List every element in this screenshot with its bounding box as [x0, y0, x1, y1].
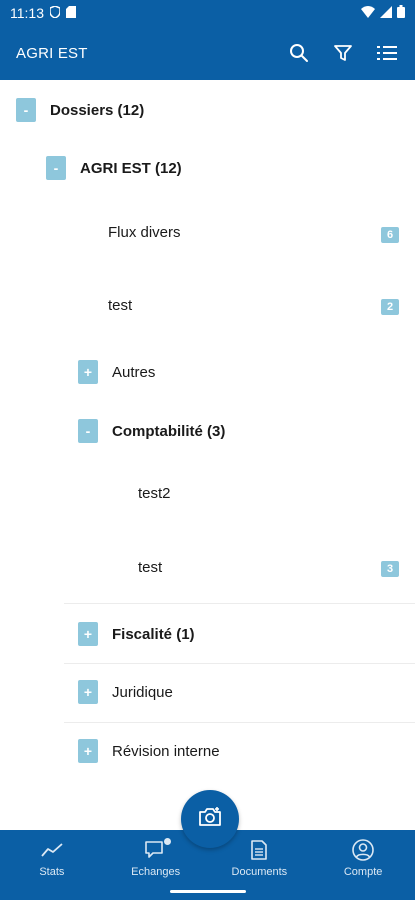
nav-label: Echanges	[131, 866, 181, 878]
signal-icon	[380, 5, 392, 21]
tree-node-label: Flux divers	[108, 224, 181, 241]
tree-node-dossiers[interactable]: - Dossiers (12)	[16, 98, 144, 122]
nav-item-stats[interactable]: Stats	[0, 830, 104, 884]
collapse-toggle[interactable]: -	[78, 419, 98, 443]
tree-node-juridique[interactable]: + Juridique	[78, 680, 173, 704]
folder-tree: - Dossiers (12) - AGRI EST (12) Flux div…	[0, 80, 415, 830]
tree-node-revision-interne[interactable]: + Révision interne	[78, 739, 220, 763]
expand-toggle[interactable]: +	[78, 622, 98, 646]
app-bar: AGRI EST	[0, 26, 415, 80]
nav-item-compte[interactable]: Compte	[311, 830, 415, 884]
tree-node-flux-divers[interactable]: Flux divers	[108, 224, 181, 241]
tree-node-test2[interactable]: test2	[138, 485, 171, 502]
expand-toggle[interactable]: +	[78, 739, 98, 763]
search-icon[interactable]	[287, 41, 311, 65]
home-indicator[interactable]	[170, 890, 246, 893]
divider	[64, 663, 415, 664]
status-time: 11:13	[10, 5, 44, 21]
app-title: AGRI EST	[16, 44, 88, 62]
sd-card-icon	[66, 5, 76, 21]
tree-node-agri-est[interactable]: - AGRI EST (12)	[46, 156, 182, 180]
tree-node-label: test	[138, 559, 163, 576]
expand-toggle[interactable]: +	[78, 680, 98, 704]
document-icon	[251, 838, 268, 862]
status-bar: 11:13	[0, 0, 415, 26]
collapse-toggle[interactable]: -	[16, 98, 36, 122]
list-sort-icon[interactable]	[375, 41, 399, 65]
count-badge: 6	[381, 227, 399, 243]
filter-icon[interactable]	[331, 41, 355, 65]
count-badge: 2	[381, 299, 399, 315]
tree-node-label: AGRI EST (12)	[80, 159, 182, 177]
tree-node-test[interactable]: test	[108, 297, 132, 314]
count-badge: 3	[381, 561, 399, 577]
tree-node-fiscalite[interactable]: + Fiscalité (1)	[78, 622, 195, 646]
collapse-toggle[interactable]: -	[46, 156, 66, 180]
tree-node-label: Dossiers (12)	[50, 101, 145, 119]
camera-upload-button[interactable]	[181, 790, 239, 848]
nav-label: Stats	[39, 866, 65, 878]
tree-node-autres[interactable]: + Autres	[78, 360, 155, 384]
tree-node-label: Autres	[112, 363, 156, 381]
tree-node-label: Juridique	[112, 683, 173, 701]
tree-node-label: Fiscalité (1)	[112, 625, 195, 643]
chart-line-icon	[41, 838, 63, 862]
tree-node-label: Révision interne	[112, 742, 220, 760]
camera-icon	[198, 806, 222, 833]
divider	[64, 722, 415, 723]
tree-node-label: Comptabilité (3)	[112, 422, 226, 440]
divider	[64, 603, 415, 604]
tree-node-comptabilite[interactable]: - Comptabilité (3)	[78, 419, 225, 443]
notification-dot	[163, 838, 171, 845]
wifi-icon	[361, 5, 375, 21]
nav-label: Documents	[231, 866, 288, 878]
battery-icon	[397, 5, 405, 21]
expand-toggle[interactable]: +	[78, 360, 98, 384]
security-icon	[49, 5, 61, 21]
tree-node-label: test	[108, 297, 133, 314]
tree-node-label: test2	[138, 485, 171, 502]
tree-node-test-compta[interactable]: test	[138, 559, 162, 576]
status-right	[361, 5, 405, 21]
app-actions	[287, 41, 399, 65]
status-left: 11:13	[10, 5, 76, 21]
chat-icon	[144, 838, 171, 862]
nav-label: Compte	[343, 866, 383, 878]
gesture-bar	[0, 884, 415, 900]
account-icon	[352, 838, 374, 862]
